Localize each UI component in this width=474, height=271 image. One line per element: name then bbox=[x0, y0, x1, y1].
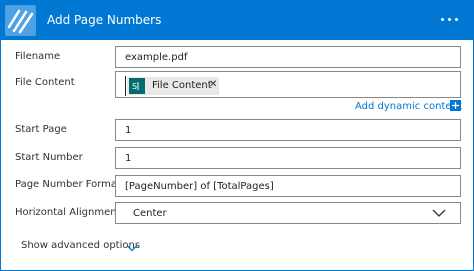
close-icon[interactable]: ✕ bbox=[209, 79, 217, 90]
chevron-down-icon[interactable] bbox=[432, 208, 446, 221]
start-page-value: 1 bbox=[125, 125, 132, 136]
action-card: Add Page Numbers Filename example.pdf Fi… bbox=[0, 0, 474, 271]
filename-label: Filename bbox=[15, 51, 61, 62]
file-content-label: File Content bbox=[15, 77, 75, 88]
chevron-down-icon[interactable] bbox=[126, 243, 138, 255]
horizontal-alignment-value: Center bbox=[133, 208, 167, 219]
add-dynamic-content-icon[interactable] bbox=[450, 100, 461, 111]
start-page-input[interactable]: 1 bbox=[115, 119, 461, 141]
start-page-label: Start Page bbox=[15, 124, 67, 135]
show-advanced-options-link[interactable]: Show advanced options bbox=[21, 240, 140, 251]
more-options-ellipsis-icon[interactable] bbox=[441, 18, 467, 24]
filename-input[interactable]: example.pdf bbox=[115, 46, 461, 68]
horizontal-alignment-label: Horizontal Alignment bbox=[15, 207, 121, 218]
page-number-format-input[interactable]: [PageNumber] of [TotalPages] bbox=[115, 175, 461, 197]
action-title: Add Page Numbers bbox=[47, 13, 162, 27]
start-number-input[interactable]: 1 bbox=[115, 147, 461, 169]
svg-text:S: S bbox=[132, 82, 137, 91]
diagonal-stripes-logo-icon bbox=[5, 5, 36, 36]
file-content-input[interactable]: S File Content ✕ bbox=[115, 71, 461, 98]
card-header[interactable]: Add Page Numbers bbox=[1, 1, 473, 40]
start-number-value: 1 bbox=[125, 153, 132, 164]
token-label: File Content bbox=[152, 80, 212, 91]
add-dynamic-content-link[interactable]: Add dynamic content bbox=[355, 101, 462, 112]
filename-value: example.pdf bbox=[125, 52, 188, 63]
text-cursor bbox=[125, 76, 126, 96]
horizontal-alignment-select[interactable]: Center bbox=[115, 202, 461, 224]
page-number-format-label: Page Number Format bbox=[15, 179, 121, 190]
file-content-token[interactable]: S File Content ✕ bbox=[127, 77, 219, 95]
start-number-label: Start Number bbox=[15, 152, 83, 163]
page-number-format-value: [PageNumber] of [TotalPages] bbox=[125, 181, 274, 192]
sharepoint-icon: S bbox=[129, 78, 145, 94]
